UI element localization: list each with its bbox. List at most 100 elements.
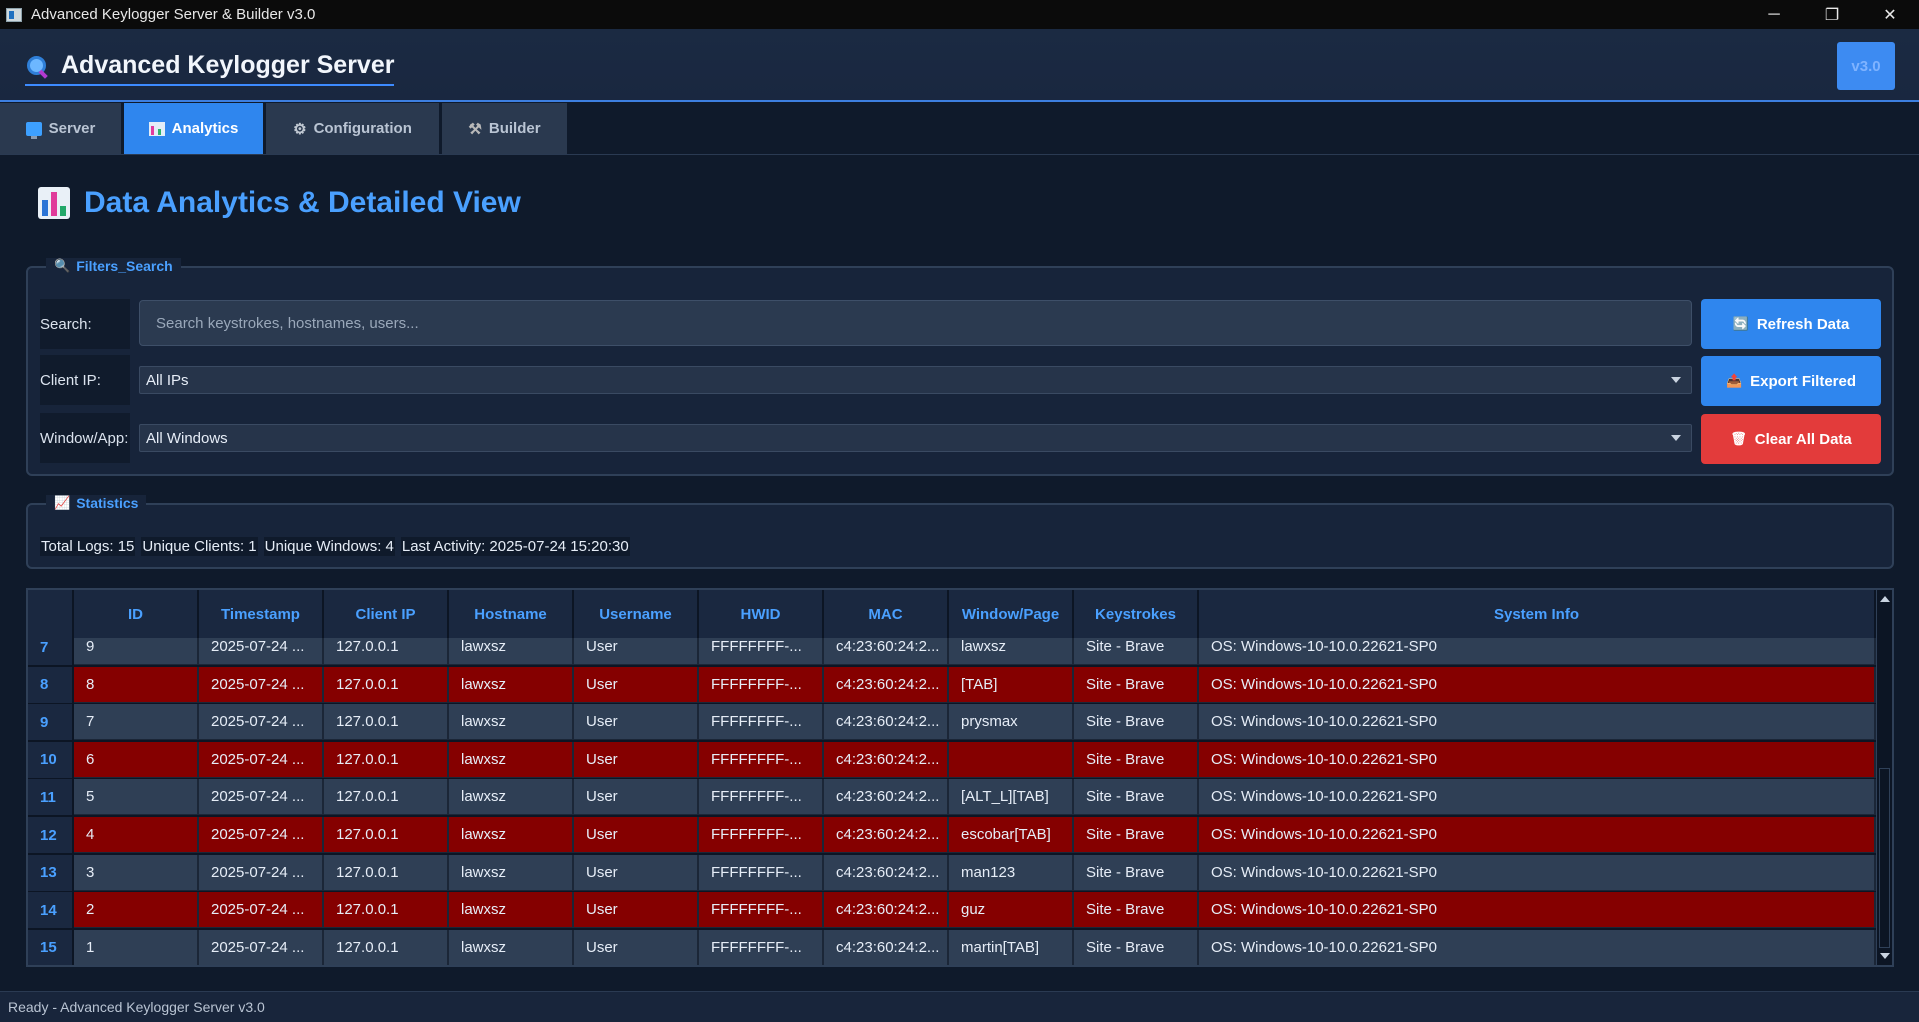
table-cell: Site - Brave (1074, 929, 1199, 965)
row-number[interactable]: 14 (28, 892, 74, 929)
column-header[interactable]: Username (574, 590, 699, 638)
table-row[interactable]: 13 3 2025-07-24 ... 127.0.0.1 lawxsz User FFFF… (28, 854, 1876, 891)
maximize-button[interactable]: ❐ (1803, 0, 1861, 29)
minimize-button[interactable]: ─ (1745, 0, 1803, 29)
table-cell: 127.0.0.1 (324, 741, 449, 778)
row-number[interactable]: 13 (28, 854, 74, 891)
table-cell: 2025-07-24 ... (199, 854, 324, 891)
window-select[interactable]: All Windows (139, 424, 1692, 452)
bar-chart-icon (148, 121, 165, 136)
table-cell: lawxsz (449, 892, 574, 929)
table-cell: Site - Brave (1074, 817, 1199, 853)
row-number[interactable]: 15 (28, 929, 74, 965)
row-number[interactable]: 10 (28, 741, 74, 778)
window-title: Advanced Keylogger Server & Builder v3.0 (31, 6, 316, 23)
table-cell: c4:23:60:24:2... (824, 929, 949, 965)
status-bar: Ready - Advanced Keylogger Server v3.0 (0, 991, 1919, 1022)
column-header[interactable]: ID (74, 590, 199, 638)
table-cell: User (574, 638, 699, 665)
app-header: Advanced Keylogger Server v3.0 (0, 29, 1919, 102)
column-header[interactable]: Keystrokes (1074, 590, 1199, 638)
row-number[interactable]: 9 (28, 704, 74, 741)
column-header[interactable]: Window/Page (949, 590, 1074, 638)
unique-windows: Unique Windows: 4 (263, 537, 395, 556)
table-row[interactable]: 8 8 2025-07-24 ... 127.0.0.1 lawxsz User FFFFF… (28, 666, 1876, 703)
table-cell: 2025-07-24 ... (199, 741, 324, 778)
table-row[interactable]: 7 9 2025-07-24 ... 127.0.0.1 lawxsz User FFFFF… (28, 638, 1876, 665)
table-cell: FFFFFFFF-... (699, 704, 824, 741)
window-label: Window/App: (40, 413, 130, 463)
table-cell: 127.0.0.1 (324, 817, 449, 853)
column-header[interactable]: MAC (824, 590, 949, 638)
clear-all-data-button[interactable]: 🗑 Clear All Data (1701, 414, 1881, 464)
search-input[interactable] (139, 300, 1692, 346)
table-cell: FFFFFFFF-... (699, 666, 824, 703)
table-cell: User (574, 929, 699, 965)
table-cell: 127.0.0.1 (324, 704, 449, 741)
scrollbar-thumb[interactable] (1879, 768, 1890, 948)
last-activity: Last Activity: 2025-07-24 15:20:30 (400, 537, 630, 556)
table-cell: [ALT_L][TAB] (949, 779, 1074, 816)
scroll-down-icon[interactable] (1880, 953, 1890, 959)
brand-title: Advanced Keylogger Server (61, 51, 395, 79)
table-cell: OS: Windows-10-10.0.22621-SP0 (1199, 638, 1876, 665)
trash-icon: 🗑 (1730, 431, 1747, 446)
table-row[interactable]: 11 5 2025-07-24 ... 127.0.0.1 lawxsz User FFFF… (28, 779, 1876, 816)
client-ip-select[interactable]: All IPs (139, 366, 1692, 394)
table-cell: Site - Brave (1074, 741, 1199, 778)
table-row[interactable]: 9 7 2025-07-24 ... 127.0.0.1 lawxsz User FFFFF… (28, 704, 1876, 741)
table-cell: Site - Brave (1074, 638, 1199, 665)
table-cell: [TAB] (949, 666, 1074, 703)
table-corner (28, 590, 74, 638)
tab-builder[interactable]: ⚒ Builder (442, 103, 568, 154)
table-cell: c4:23:60:24:2... (824, 741, 949, 778)
version-button[interactable]: v3.0 (1837, 42, 1895, 90)
table-row[interactable]: 10 6 2025-07-24 ... 127.0.0.1 lawxsz User FFFF… (28, 741, 1876, 778)
tab-analytics[interactable]: Analytics (124, 103, 264, 154)
tab-configuration[interactable]: ⚙ Configuration (266, 103, 440, 154)
table-header: ID Timestamp Client IP Hostname Username HWID… (28, 590, 1876, 638)
tab-server[interactable]: Server (0, 103, 122, 154)
client-ip-row: Client IP: (40, 355, 130, 405)
table-cell: Site - Brave (1074, 892, 1199, 929)
app-icon (6, 7, 22, 22)
row-number[interactable]: 7 (28, 638, 74, 665)
table-cell: User (574, 666, 699, 703)
vertical-scrollbar[interactable] (1876, 590, 1892, 965)
chevron-down-icon (1671, 377, 1681, 383)
table-cell: 2025-07-24 ... (199, 666, 324, 703)
table-cell: 2 (74, 892, 199, 929)
logs-table: ID Timestamp Client IP Hostname Username HWID… (26, 588, 1894, 967)
refresh-data-button[interactable]: 🔄 Refresh Data (1701, 299, 1881, 349)
table-row[interactable]: 12 4 2025-07-24 ... 127.0.0.1 lawxsz User FFFF… (28, 817, 1876, 853)
scroll-up-icon[interactable] (1880, 596, 1890, 602)
table-cell: lawxsz (449, 929, 574, 965)
table-cell (949, 741, 1074, 778)
table-cell: OS: Windows-10-10.0.22621-SP0 (1199, 892, 1876, 929)
row-number[interactable]: 12 (28, 817, 74, 853)
table-cell: Site - Brave (1074, 854, 1199, 891)
table-row[interactable]: 14 2 2025-07-24 ... 127.0.0.1 lawxsz User FFFF… (28, 892, 1876, 929)
table-cell: FFFFFFFF-... (699, 779, 824, 816)
table-cell: OS: Windows-10-10.0.22621-SP0 (1199, 779, 1876, 816)
row-number[interactable]: 8 (28, 666, 74, 703)
column-header[interactable]: Timestamp (199, 590, 324, 638)
chevron-down-icon (1671, 435, 1681, 441)
table-cell: 2025-07-24 ... (199, 638, 324, 665)
table-body: 7 9 2025-07-24 ... 127.0.0.1 lawxsz User FFFFF… (28, 638, 1876, 965)
table-cell: 4 (74, 817, 199, 853)
window-row: Window/App: (40, 413, 130, 463)
search-label: Search: (40, 299, 130, 349)
row-number[interactable]: 11 (28, 779, 74, 816)
column-header[interactable]: Client IP (324, 590, 449, 638)
column-header[interactable]: System Info (1199, 590, 1876, 638)
table-cell: lawxsz (449, 704, 574, 741)
brand: Advanced Keylogger Server (25, 51, 395, 86)
table-row[interactable]: 15 1 2025-07-24 ... 127.0.0.1 lawxsz User FFFF… (28, 929, 1876, 965)
column-header[interactable]: HWID (699, 590, 824, 638)
close-button[interactable]: ✕ (1861, 0, 1919, 29)
tab-label: Analytics (171, 120, 239, 137)
window-titlebar: Advanced Keylogger Server & Builder v3.0… (0, 0, 1919, 29)
column-header[interactable]: Hostname (449, 590, 574, 638)
export-filtered-button[interactable]: 📤 Export Filtered (1701, 356, 1881, 406)
